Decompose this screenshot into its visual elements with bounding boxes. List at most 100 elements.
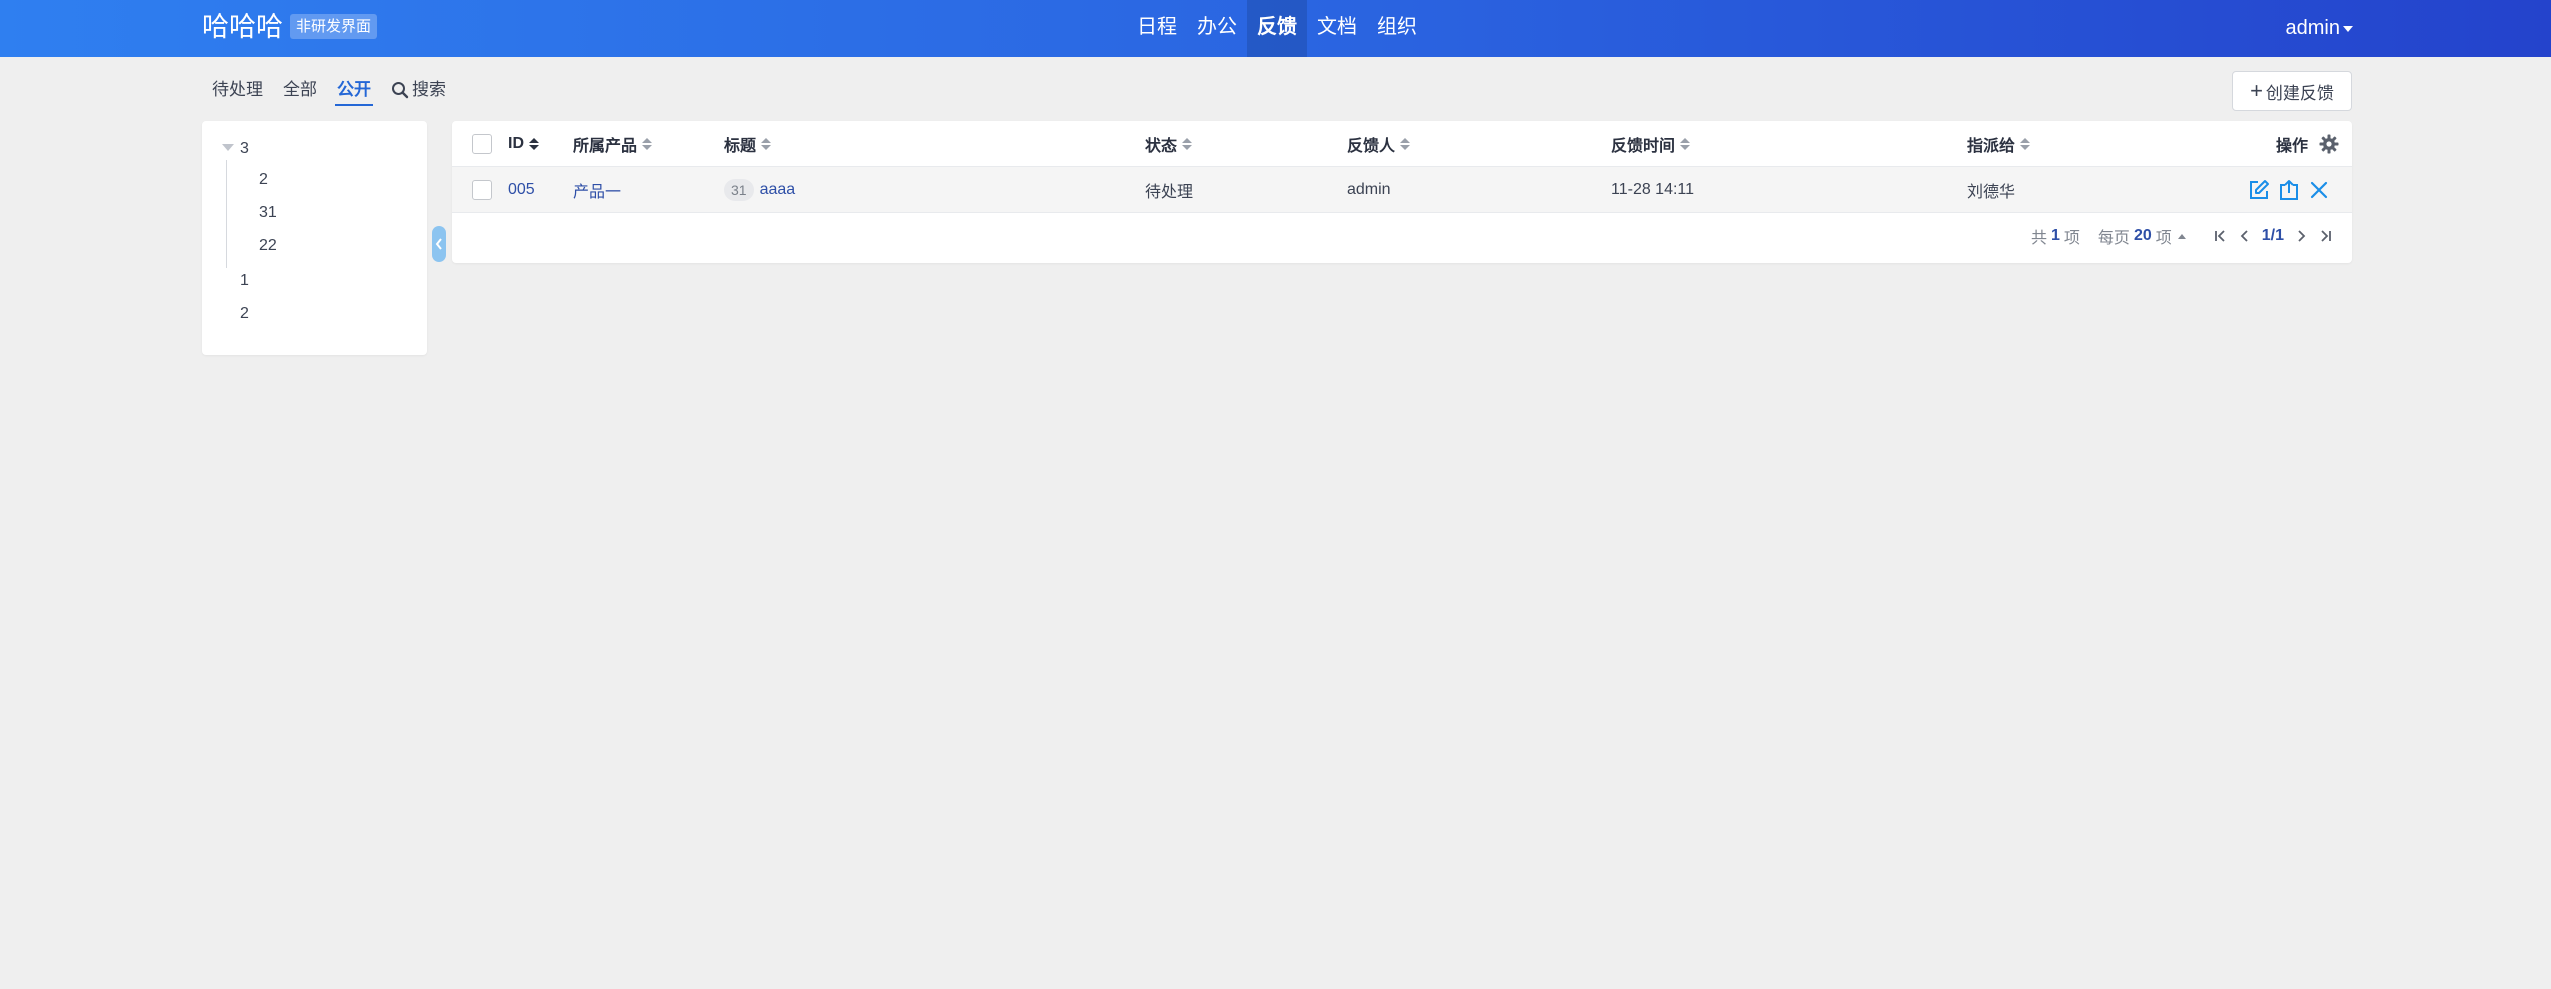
feedback-id-link[interactable]: 005: [508, 181, 535, 199]
cell-id: 005: [508, 167, 535, 213]
per-page-value: 20: [2133, 227, 2152, 244]
column-label: 反馈人: [1347, 138, 1396, 155]
gear-icon[interactable]: [2319, 134, 2339, 154]
user-menu[interactable]: admin: [2286, 0, 2353, 57]
column-label: 所属产品: [573, 138, 638, 155]
search-label: 搜索: [412, 80, 446, 99]
tree-node-child[interactable]: 2: [259, 170, 268, 190]
column-header-reporter[interactable]: 反馈人: [1347, 121, 1411, 167]
next-page-button[interactable]: [2294, 229, 2308, 243]
plus-icon: +: [2250, 78, 2263, 103]
total-suffix: 项: [2063, 230, 2080, 247]
cell-status: 待处理: [1145, 184, 1194, 201]
sort-icon: [1400, 138, 1411, 150]
nav-item-schedule[interactable]: 日程: [1127, 0, 1187, 57]
chevron-left-icon: [2240, 230, 2248, 242]
tree-node-root[interactable]: 3: [240, 139, 249, 159]
table-row[interactable]: 005 产品一 31 aaaa 待处理 admin 11-28 14:11 刘德…: [452, 167, 2352, 213]
tab-pending[interactable]: 待处理: [210, 70, 265, 110]
search-button[interactable]: 搜索: [389, 70, 448, 110]
column-label: 标题: [724, 138, 757, 155]
total-count: 1: [2051, 227, 2060, 244]
count-badge: 31: [724, 179, 754, 201]
nav-item-org[interactable]: 组织: [1367, 0, 1427, 57]
sort-icon: [2020, 138, 2031, 150]
create-feedback-label: 创建反馈: [2265, 83, 2334, 103]
share-icon: [2280, 180, 2298, 200]
select-all-cell: [472, 121, 492, 167]
column-header-title[interactable]: 标题: [724, 121, 772, 167]
product-tree-panel: [202, 121, 427, 355]
column-header-actions: 操作: [2276, 121, 2308, 167]
select-all-checkbox[interactable]: [472, 134, 492, 154]
last-page-button[interactable]: [2318, 229, 2332, 243]
cell-reporter: admin: [1347, 181, 1391, 198]
per-page-selector[interactable]: 每页 20 项: [2098, 224, 2186, 248]
tree-node-child[interactable]: 31: [259, 203, 277, 223]
sub-nav: 待处理 全部 公开 搜索: [202, 70, 456, 110]
feedback-table: ID 所属产品 标题 状态 反馈人 反馈时间 指派给 操作 005 产品一 31…: [452, 121, 2352, 263]
tab-all[interactable]: 全部: [281, 70, 319, 110]
tree-toggle-icon[interactable]: [222, 144, 234, 151]
sort-icon: [529, 138, 539, 150]
nav-item-office[interactable]: 办公: [1187, 0, 1247, 57]
per-page-suffix: 项: [2155, 230, 2172, 247]
chevron-right-icon: [2298, 230, 2306, 242]
nav-item-docs[interactable]: 文档: [1307, 0, 1367, 57]
top-header: 哈哈哈 非研发界面 日程 办公 反馈 文档 组织 admin: [0, 0, 2551, 57]
column-header-product[interactable]: 所属产品: [573, 121, 653, 167]
cell-actions: [2240, 167, 2330, 213]
search-icon: [392, 82, 409, 99]
table-settings-cell: [2319, 121, 2339, 167]
edit-button[interactable]: [2248, 179, 2270, 201]
column-label: 反馈时间: [1611, 138, 1676, 155]
pagination: 共 1 项 每页 20 项 1/1: [2031, 213, 2332, 259]
sort-icon: [1680, 138, 1691, 150]
caret-down-icon: [2343, 25, 2353, 32]
column-label: 状态: [1145, 138, 1178, 155]
tab-public[interactable]: 公开: [335, 70, 373, 110]
app-brand[interactable]: 哈哈哈: [202, 10, 283, 44]
column-header-status[interactable]: 状态: [1145, 121, 1193, 167]
sort-icon: [1182, 138, 1193, 150]
total-prefix: 共: [2030, 230, 2047, 247]
user-name: admin: [2285, 17, 2340, 39]
column-header-assignee[interactable]: 指派给: [1967, 121, 2031, 167]
table-header: ID 所属产品 标题 状态 反馈人 反馈时间 指派给 操作: [452, 121, 2352, 167]
tree-node[interactable]: 1: [240, 271, 249, 291]
column-label: ID: [508, 135, 524, 152]
caret-up-icon: [2177, 233, 2186, 239]
last-page-icon: [2321, 230, 2331, 242]
prev-page-button[interactable]: [2238, 229, 2252, 243]
cell-product: 产品一: [573, 167, 621, 213]
column-header-time[interactable]: 反馈时间: [1611, 121, 1691, 167]
tree-guide-line: [226, 160, 227, 268]
edit-icon: [2250, 180, 2269, 199]
per-page-prefix: 每页: [2097, 230, 2130, 247]
nav-item-feedback[interactable]: 反馈: [1247, 0, 1307, 57]
cell-title: 31 aaaa: [724, 167, 795, 213]
row-checkbox[interactable]: [472, 180, 492, 200]
chevron-left-icon: [435, 238, 442, 250]
delete-button[interactable]: [2308, 179, 2330, 201]
column-label: 操作: [2276, 138, 2309, 155]
page-indicator: 1/1: [2261, 227, 2284, 244]
interface-badge: 非研发界面: [290, 14, 378, 39]
feedback-title-link[interactable]: aaaa: [760, 181, 796, 199]
tree-node-child[interactable]: 22: [259, 236, 277, 256]
column-header-id[interactable]: ID: [508, 121, 539, 167]
main-nav: 日程 办公 反馈 文档 组织: [1127, 0, 1427, 57]
cell-assignee: 刘德华: [1967, 184, 2016, 201]
column-label: 指派给: [1967, 138, 2016, 155]
export-button[interactable]: [2278, 179, 2300, 201]
sort-icon: [642, 138, 653, 150]
sort-icon: [761, 138, 772, 150]
create-feedback-button[interactable]: + 创建反馈: [2232, 71, 2352, 111]
first-page-button[interactable]: [2214, 229, 2228, 243]
tree-node[interactable]: 2: [240, 304, 249, 324]
close-icon: [2310, 181, 2328, 199]
first-page-icon: [2214, 230, 2225, 242]
cell-time: 11-28 14:11: [1611, 181, 1695, 198]
product-link[interactable]: 产品一: [573, 178, 621, 202]
sidebar-collapse-handle[interactable]: [432, 226, 446, 262]
